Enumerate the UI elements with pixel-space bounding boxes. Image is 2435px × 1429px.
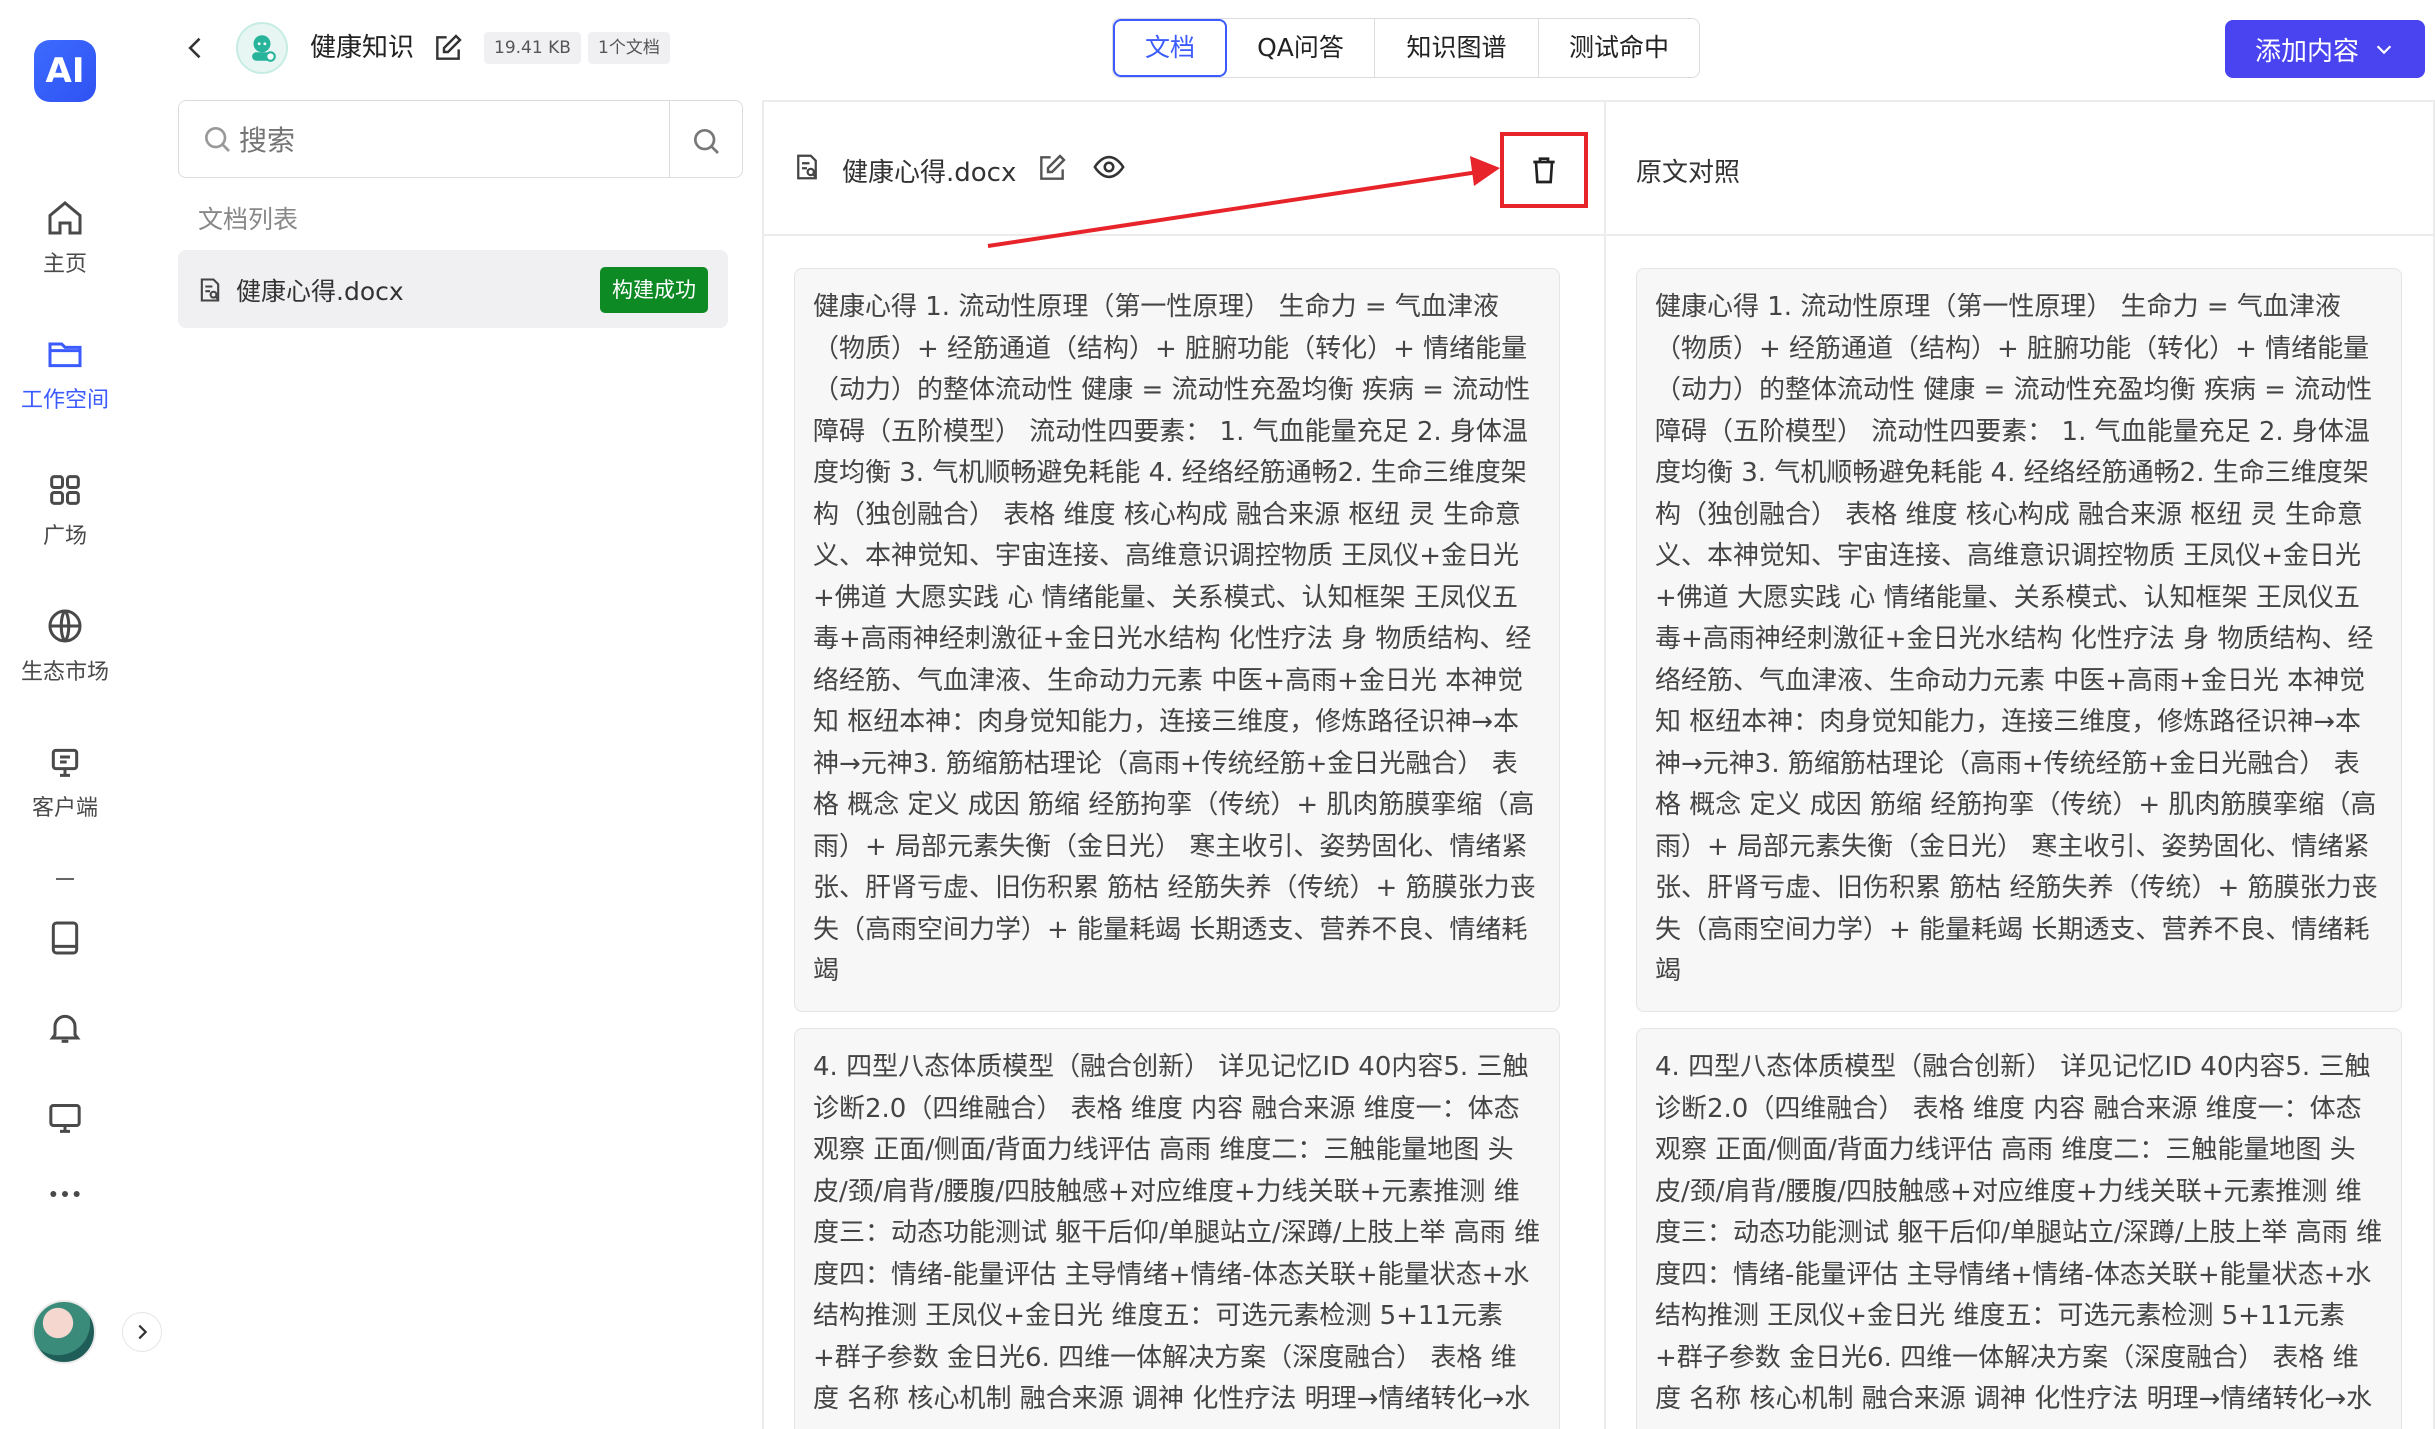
chevron-down-icon [2376,45,2392,55]
nav-label-client: 客户端 [31,796,98,821]
edit-icon[interactable] [1036,152,1068,184]
tab-qa[interactable]: QA问答 [1227,19,1375,77]
nav-label-workspace: 工作空间 [20,388,109,413]
view-tabs: 文档 QA问答 知识图谱 测试命中 [1112,18,1700,78]
avatar[interactable] [32,1300,96,1364]
expand-nav-button[interactable] [122,1312,162,1352]
tab-hit-test[interactable]: 测试命中 [1539,19,1699,77]
compare-title: 原文对照 [1636,158,1741,188]
more-icon[interactable] [45,1174,85,1214]
doc-list-title: 文档列表 [198,205,299,234]
delete-button[interactable] [1500,132,1588,208]
add-content-label: 添加内容 [2254,36,2359,67]
trash-icon [1533,157,1555,184]
folder-icon [48,342,82,368]
globe-icon [48,609,82,643]
knowledge-base-title: 健康知识 [310,33,415,63]
build-status-badge: 构建成功 [600,267,708,313]
logo-text: AI [45,51,85,91]
panel-top-border [762,100,2435,102]
nav-item-market[interactable]: 生态市场 [0,606,130,686]
tab-knowledge-graph[interactable]: 知识图谱 [1375,19,1539,77]
home-icon [48,201,82,235]
client-icon [51,748,79,777]
nav-item-workspace[interactable]: 工作空间 [0,334,130,414]
nav-label-market: 生态市场 [20,660,109,685]
doc-list-item[interactable]: 健康心得.docx 构建成功 [178,250,728,328]
search-button[interactable] [684,119,728,163]
robot-avatar-icon [252,35,276,62]
eye-icon[interactable] [1092,150,1126,184]
grid-icon [50,475,80,505]
book-icon[interactable] [45,918,85,958]
doc-list-item-name: 健康心得.docx [236,277,404,306]
chunk-text: 4. 四型八态体质模型（融合创新） 详见记忆ID 40内容5. 三触诊断2.0（… [813,1052,1541,1414]
chunk-card[interactable]: 健康心得 1. 流动性原理（第一性原理） 生命力 = 气血津液（物质）+ 经筋通… [794,268,1560,1012]
knowledge-base-icon [236,22,288,74]
document-icon [797,154,817,180]
nav-item-plaza[interactable]: 广场 [0,470,130,550]
document-icon [200,278,220,302]
bell-icon[interactable] [45,1008,85,1048]
doc-title: 健康心得.docx [842,158,1017,188]
left-nav: AI 主页 工作空间 广场 生态市场 客户端 [0,0,130,1429]
nav-label-home: 主页 [42,252,87,277]
edit-icon[interactable] [432,32,464,64]
original-text: 4. 四型八态体质模型（融合创新） 详见记忆ID 40内容5. 三触诊断2.0（… [1655,1052,2383,1414]
monitor-icon[interactable] [45,1098,85,1138]
search-icon [205,126,230,152]
chunk-card[interactable]: 4. 四型八态体质模型（融合创新） 详见记忆ID 40内容5. 三触诊断2.0（… [794,1028,1560,1429]
search-divider [669,101,670,177]
add-content-button[interactable]: 添加内容 [2225,20,2425,78]
nav-divider [56,878,74,880]
nav-item-client[interactable]: 客户端 [0,742,130,822]
search-input[interactable] [239,115,639,165]
panel-divider [762,100,764,1429]
doc-count-tag: 1个文档 [588,32,670,64]
nav-label-plaza: 广场 [42,524,87,549]
app-logo[interactable]: AI [34,40,96,102]
back-button[interactable] [178,28,214,68]
search-box [178,100,743,178]
size-tag: 19.41 KB [484,32,581,64]
chunk-text: 健康心得 1. 流动性原理（第一性原理） 生命力 = 气血津液（物质）+ 经筋通… [813,292,1536,986]
chevron-right-icon [138,1324,148,1340]
original-card: 健康心得 1. 流动性原理（第一性原理） 生命力 = 气血津液（物质）+ 经筋通… [1636,268,2402,1012]
search-icon [694,129,719,154]
nav-item-home[interactable]: 主页 [0,198,130,278]
original-text: 健康心得 1. 流动性原理（第一性原理） 生命力 = 气血津液（物质）+ 经筋通… [1655,292,2378,986]
panel-divider [1604,100,1606,1429]
tab-documents[interactable]: 文档 [1113,19,1227,77]
panel-header-divider [762,234,2435,236]
original-card: 4. 四型八态体质模型（融合创新） 详见记忆ID 40内容5. 三触诊断2.0（… [1636,1028,2402,1429]
chevron-left-icon [188,37,201,59]
